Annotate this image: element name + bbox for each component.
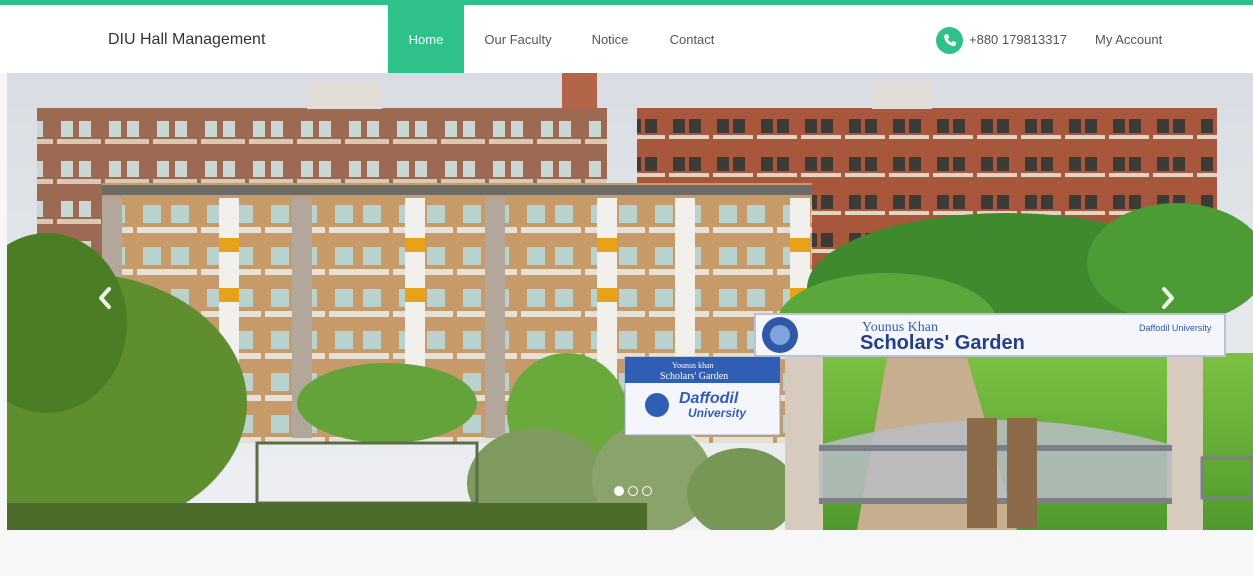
phone-icon bbox=[936, 27, 963, 54]
svg-text:University: University bbox=[688, 406, 747, 420]
nav-our-faculty[interactable]: Our Faculty bbox=[476, 5, 560, 73]
carousel-dot-3[interactable] bbox=[642, 486, 652, 496]
carousel-indicators bbox=[614, 486, 652, 498]
svg-text:Scholars' Garden: Scholars' Garden bbox=[860, 332, 1025, 354]
carousel-prev-button[interactable] bbox=[91, 283, 121, 313]
svg-text:Scholars' Garden: Scholars' Garden bbox=[660, 371, 728, 382]
brand-title[interactable]: DIU Hall Management bbox=[108, 31, 265, 49]
svg-text:Daffodil University: Daffodil University bbox=[1139, 323, 1212, 333]
hero-carousel: Younus Khan Scholars' Garden Daffodil Un… bbox=[7, 73, 1253, 530]
svg-text:Daffodil: Daffodil bbox=[679, 390, 739, 407]
phone-number: +880 179813317 bbox=[969, 32, 1067, 47]
chevron-right-icon bbox=[1162, 287, 1174, 309]
page-content-area bbox=[0, 530, 1253, 576]
nav-home[interactable]: Home bbox=[388, 5, 464, 73]
hero-slide-image: Younus Khan Scholars' Garden Daffodil Un… bbox=[7, 73, 1253, 530]
carousel-dot-2[interactable] bbox=[628, 486, 638, 496]
carousel-next-button[interactable] bbox=[1152, 283, 1182, 313]
chevron-left-icon bbox=[99, 287, 111, 309]
my-account-link[interactable]: My Account bbox=[1095, 32, 1162, 47]
carousel-dot-1[interactable] bbox=[614, 486, 624, 496]
nav-notice[interactable]: Notice bbox=[580, 5, 640, 73]
svg-text:Younus khan: Younus khan bbox=[672, 361, 714, 370]
navbar: DIU Hall Management Home Our Faculty Not… bbox=[0, 5, 1253, 73]
nav-contact[interactable]: Contact bbox=[660, 5, 724, 73]
